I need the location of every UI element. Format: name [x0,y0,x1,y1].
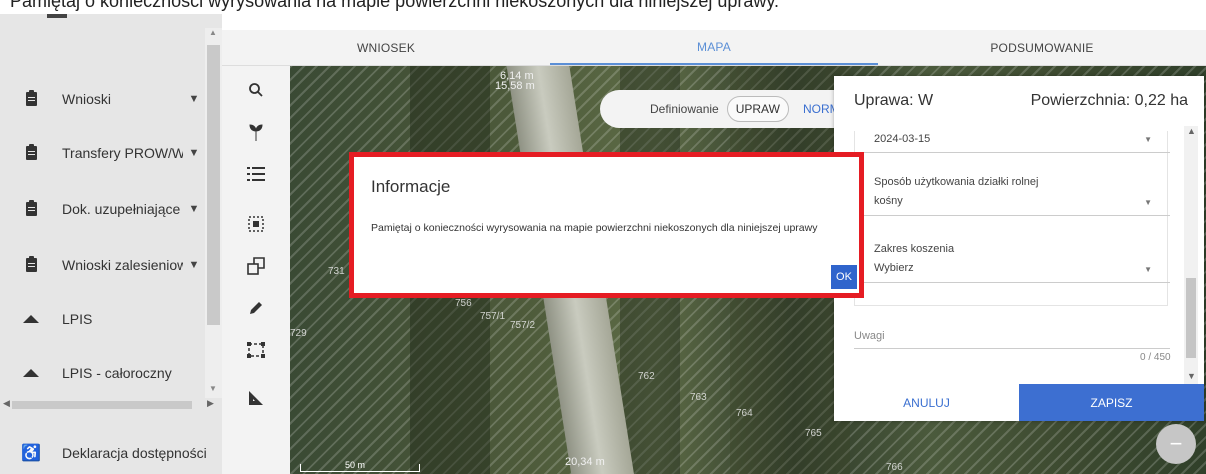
panel-area: Powierzchnia: 0,22 ha [1030,92,1188,109]
save-button[interactable]: ZAPISZ [1019,384,1204,421]
mode-switch: Definiowanie UPRAW NORM [600,90,870,128]
measure-icon[interactable] [222,378,290,418]
map-scale-label: 50 m [345,460,366,470]
dialog-message: Pamiętaj o konieczności wyrysowania na m… [371,222,818,234]
panel-scrollbar[interactable]: ▲ ▼ [1184,126,1198,384]
scroll-up-icon[interactable]: ▲ [209,28,217,37]
sidebar-horizontal-scrollbar[interactable]: ◀ ▶ [0,398,222,412]
use-label: Sposób użytkowania działki rolnej [874,176,1039,188]
parcel-label: 763 [690,392,707,403]
instruction-caption: Pamiętaj o konieczności wyrysowania na m… [0,0,1206,14]
scroll-right-icon[interactable]: ▶ [207,398,214,409]
search-icon[interactable] [222,70,290,110]
chevron-down-icon: ▼ [188,259,200,271]
scroll-thumb[interactable] [12,401,192,409]
range-value: Wybierz [874,262,914,274]
sidebar-item-lpis[interactable]: LPIS [0,290,205,348]
accessibility-icon: ♿ [21,445,41,462]
scroll-down-icon[interactable]: ▼ [1187,371,1196,381]
range-label: Zakres koszenia [874,243,955,255]
parcel-label: 764 [736,408,753,419]
crop-panel: Uprawa: W Powierzchnia: 0,22 ha 2024-03-… [834,76,1204,421]
select-area-icon[interactable] [222,204,290,244]
mountain-icon [0,369,62,377]
cancel-button[interactable]: ANULUJ [834,384,1019,421]
sidebar-item-label: LPIS [62,311,93,327]
parcel-label: 762 [638,371,655,382]
caption-text: Pamiętaj o konieczności wyrysowania na m… [10,0,780,11]
plant-icon[interactable] [222,112,290,152]
sidebar-item-label: Wnioski [62,91,112,107]
notes-label: Uwagi [854,330,885,342]
parcel-label: 757/1 [480,311,506,322]
use-select[interactable]: Sposób użytkowania działki rolnej kośny … [854,176,1170,216]
scroll-down-icon[interactable]: ▼ [209,384,217,393]
clipboard-icon [0,144,62,160]
range-select[interactable]: Zakres koszenia Wybierz ▼ [854,243,1170,283]
sidebar-item-dok-uzupelniajace[interactable]: Dok. uzupełniające ▼ [0,180,205,238]
zoom-out-button[interactable]: − [1156,424,1196,464]
panel-actions: ANULUJ ZAPISZ [834,384,1204,421]
dropdown-arrow-icon: ▼ [1144,265,1152,274]
panel-title: Uprawa: W [854,92,934,109]
sidebar-item-wnioski-zalesieniowe[interactable]: Wnioski zalesieniowe ▼ [0,236,205,294]
sidebar-item-accessibility[interactable]: ♿ Deklaracja dostępności [0,432,222,474]
sidebar-item-label: LPIS - całoroczny [62,365,172,381]
scroll-up-icon[interactable]: ▲ [1187,126,1196,136]
list-icon[interactable] [222,154,290,194]
bounding-box-icon[interactable] [222,330,290,370]
copy-shape-icon[interactable] [222,246,290,286]
parcel-label: 757/2 [510,320,536,331]
logo [20,14,190,20]
notes-counter: 0 / 450 [1140,352,1171,363]
tab-podsumowanie[interactable]: PODSUMOWANIE [878,30,1206,65]
tab-wniosek[interactable]: WNIOSEK [222,30,550,65]
sidebar-item-wnioski[interactable]: Wnioski ▼ [0,70,205,128]
pencil-icon[interactable] [222,288,290,328]
panel-header: Uprawa: W Powierzchnia: 0,22 ha [834,76,1204,126]
parcel-label: 731 [328,266,345,277]
notes-input[interactable] [854,348,1170,349]
scroll-thumb[interactable] [207,45,220,325]
logo-mark [47,14,67,18]
parcel-label: 729 [290,328,307,339]
mode-label: Definiowanie [650,102,719,116]
tab-mapa[interactable]: MAPA [550,30,878,65]
sidebar: Wnioski ▼ Transfery PROW/WPR ▼ Dok. uzup… [0,14,222,474]
parcel-label: 766 [886,462,903,473]
sidebar-item-label: Dok. uzupełniające [62,201,181,217]
date-value: 2024-03-15 [874,133,931,145]
parcel-label: 765 [805,428,822,439]
sidebar-scrollbar[interactable]: ▲ ▼ [205,28,222,408]
chevron-down-icon: ▼ [188,147,200,159]
scroll-left-icon[interactable]: ◀ [3,398,10,409]
sidebar-item-label: Deklaracja dostępności [62,445,207,461]
chevron-down-icon: ▼ [188,93,200,105]
clipboard-icon [0,200,62,216]
dimension-label: 20,34 m [565,456,605,468]
use-value: kośny [874,195,903,207]
sidebar-item-label: Wnioski zalesieniowe [62,257,183,273]
clipboard-icon [0,256,62,272]
mode-option-upraw[interactable]: UPRAW [726,96,789,122]
clipboard-icon [0,90,62,106]
chevron-down-icon: ▼ [188,203,200,215]
sidebar-item-lpis-caloroczny[interactable]: LPIS - całoroczny [0,344,205,402]
dimension-label: 15,58 m [495,80,535,92]
scroll-thumb[interactable] [1186,278,1196,358]
dropdown-arrow-icon: ▼ [1144,198,1152,207]
tab-bar: WNIOSEK MAPA PODSUMOWANIE [222,30,1206,66]
parcel-label: 756 [455,298,472,309]
sidebar-item-transfery[interactable]: Transfery PROW/WPR ▼ [0,124,205,182]
dropdown-arrow-icon: ▼ [1144,135,1152,144]
sidebar-item-label: Transfery PROW/WPR [62,145,183,161]
mountain-icon [0,315,62,323]
info-dialog: Informacje Pamiętaj o konieczności wyrys… [349,152,864,298]
dialog-title: Informacje [371,177,451,196]
ok-button[interactable]: OK [831,265,857,289]
date-select[interactable]: 2024-03-15 ▼ [854,131,1170,153]
map-toolbar [222,66,290,474]
